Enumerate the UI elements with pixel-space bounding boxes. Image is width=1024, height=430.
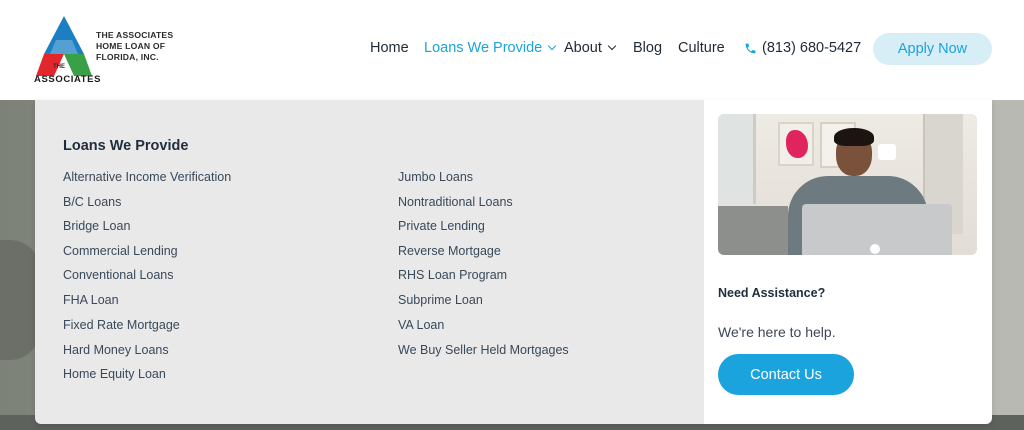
site-header: THE ASSOCIATES HOME LOAN OF FLORIDA, INC…	[0, 0, 1024, 100]
company-logo[interactable]: THE ASSOCIATES HOME LOAN OF FLORIDA, INC…	[34, 14, 184, 86]
menu-item-fha-loan[interactable]: FHA Loan	[63, 293, 119, 307]
menu-item-subprime-loan[interactable]: Subprime Loan	[398, 293, 483, 307]
chevron-down-icon	[547, 41, 557, 51]
apply-now-button[interactable]: Apply Now	[873, 33, 992, 65]
nav-culture[interactable]: Culture	[678, 40, 725, 56]
menu-item-fixed-rate-mortgage[interactable]: Fixed Rate Mortgage	[63, 318, 180, 332]
menu-item-home-equity-loan[interactable]: Home Equity Loan	[63, 367, 166, 381]
chevron-down-icon	[607, 41, 617, 51]
photo-window	[718, 114, 756, 204]
hero-image-fragment	[0, 240, 40, 360]
nav-loans-we-provide[interactable]: Loans We Provide	[424, 40, 557, 56]
menu-item-nontraditional-loans[interactable]: Nontraditional Loans	[398, 195, 513, 209]
logo-company-name: THE ASSOCIATES HOME LOAN OF FLORIDA, INC…	[96, 30, 174, 62]
menu-item-va-loan[interactable]: VA Loan	[398, 318, 444, 332]
menu-item-we-buy-seller-held-mortgages[interactable]: We Buy Seller Held Mortgages	[398, 343, 569, 357]
contact-us-button[interactable]: Contact Us	[718, 354, 854, 395]
menu-item-hard-money-loans[interactable]: Hard Money Loans	[63, 343, 169, 357]
menu-item-private-lending[interactable]: Private Lending	[398, 219, 485, 233]
photo-person-hair	[834, 128, 874, 146]
menu-item-jumbo-loans[interactable]: Jumbo Loans	[398, 170, 473, 184]
phone-icon	[745, 43, 756, 54]
menu-item-rhs-loan-program[interactable]: RHS Loan Program	[398, 268, 507, 282]
logo-the-text: THE	[53, 64, 65, 70]
menu-item-alternative-income-verification[interactable]: Alternative Income Verification	[63, 170, 231, 184]
nav-about-label: About	[564, 40, 602, 56]
assistance-title: Need Assistance?	[718, 286, 826, 300]
photo-art-frame	[778, 122, 814, 166]
logo-associates-text: ASSOCIATES	[34, 74, 102, 85]
phone-link[interactable]: (813) 680-5427	[762, 40, 861, 56]
promo-photo	[718, 114, 977, 255]
loans-menu-section: Loans We Provide Alternative Income Veri…	[35, 100, 704, 424]
nav-about[interactable]: About	[564, 40, 617, 56]
menu-item-reverse-mortgage[interactable]: Reverse Mortgage	[398, 244, 501, 258]
hero-image-fragment-right	[992, 100, 1024, 430]
menu-item-bridge-loan[interactable]: Bridge Loan	[63, 219, 130, 233]
photo-sofa	[718, 206, 788, 255]
photo-lamp	[878, 144, 896, 160]
loans-dropdown-panel: Loans We Provide Alternative Income Veri…	[35, 100, 992, 424]
menu-item-commercial-lending[interactable]: Commercial Lending	[63, 244, 178, 258]
menu-item-conventional-loans[interactable]: Conventional Loans	[63, 268, 174, 282]
menu-item-bc-loans[interactable]: B/C Loans	[63, 195, 121, 209]
nav-home[interactable]: Home	[370, 40, 409, 56]
photo-laptop-logo	[870, 244, 880, 254]
nav-loans-label: Loans We Provide	[424, 40, 543, 56]
loans-menu-title: Loans We Provide	[63, 138, 189, 154]
assistance-subtitle: We're here to help.	[718, 324, 836, 340]
assistance-section: Need Assistance? We're here to help. Con…	[704, 100, 992, 424]
nav-blog[interactable]: Blog	[633, 40, 662, 56]
